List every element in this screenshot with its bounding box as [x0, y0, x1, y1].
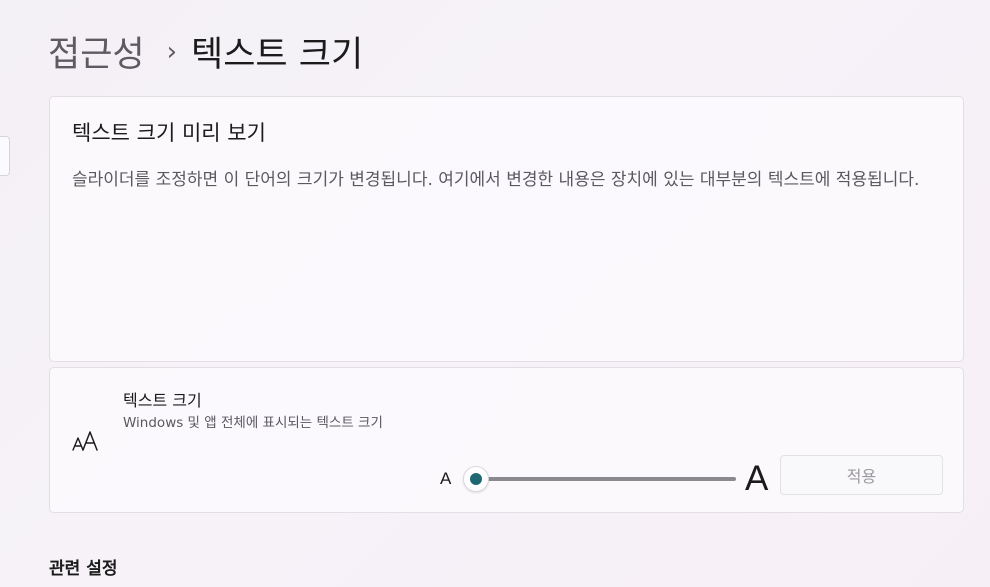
related-settings-heading: 관련 설정: [49, 559, 118, 579]
text-preview-card: 텍스트 크기 미리 보기 슬라이더를 조정하면 이 단어의 크기가 변경됩니다.…: [49, 96, 964, 362]
chevron-right-icon: ›: [166, 37, 178, 67]
apply-button[interactable]: 적용: [780, 455, 943, 495]
text-size-card: 텍스트 크기 Windows 및 앱 전체에 표시되는 텍스트 크기 A A 적…: [49, 367, 964, 513]
text-size-slider[interactable]: [476, 477, 736, 481]
text-size-icon: [72, 431, 98, 451]
slider-thumb[interactable]: [463, 466, 489, 492]
preview-title: 텍스트 크기 미리 보기: [72, 121, 266, 145]
sidebar-edge: [0, 136, 10, 176]
slider-max-label: A: [745, 459, 769, 498]
breadcrumb: 접근성 › 텍스트 크기: [48, 26, 363, 76]
page-title: 텍스트 크기: [191, 34, 364, 75]
breadcrumb-parent-link[interactable]: 접근성: [48, 26, 145, 77]
preview-text: 슬라이더를 조정하면 이 단어의 크기가 변경됩니다. 여기에서 변경한 내용은…: [72, 170, 920, 190]
text-size-description: Windows 및 앱 전체에 표시되는 텍스트 크기: [123, 415, 383, 431]
text-size-title: 텍스트 크기: [123, 391, 202, 410]
slider-min-label: A: [440, 469, 452, 488]
